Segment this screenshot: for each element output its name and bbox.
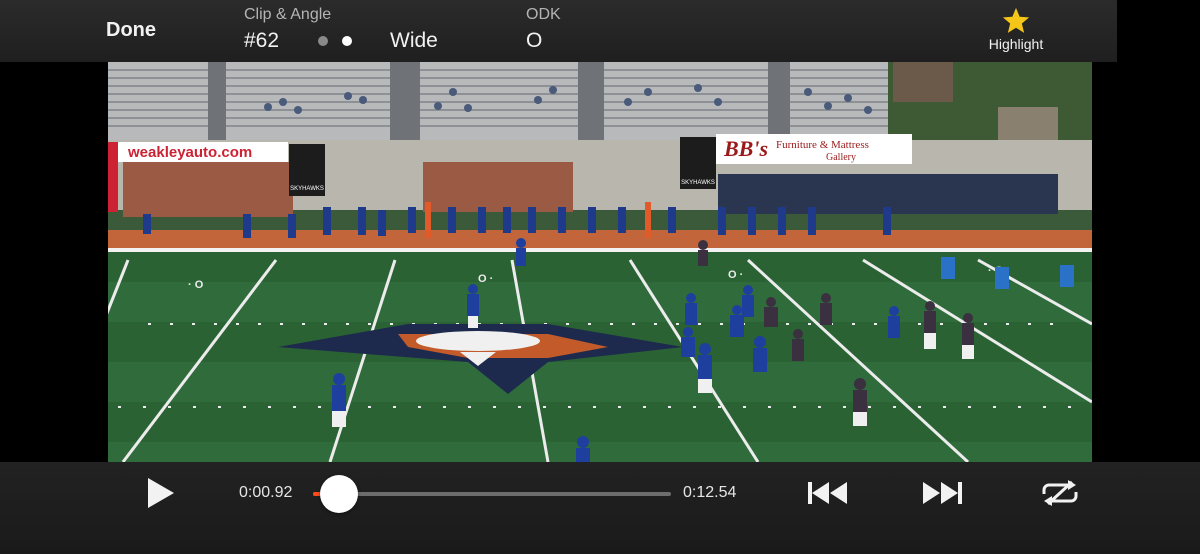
play-icon[interactable] xyxy=(146,477,176,509)
banner-right-sub: Furniture & Mattress xyxy=(776,139,869,151)
angle-page-dot-inactive[interactable] xyxy=(318,36,328,46)
svg-text:· O: · O xyxy=(188,279,204,291)
odk-label: ODK xyxy=(526,6,561,23)
highlight-button[interactable]: Highlight xyxy=(985,6,1047,52)
banner-left-text: weakleyauto.com xyxy=(127,144,252,161)
banner-right-sub2: Gallery xyxy=(826,152,856,163)
skip-back-icon[interactable] xyxy=(806,478,850,508)
bleachers xyxy=(108,62,888,142)
playback-controls: 0:00.92 0:12.54 xyxy=(0,462,1200,554)
top-bar: Done Clip & Angle #62 Wide ODK O Highlig… xyxy=(0,0,1117,62)
star-icon xyxy=(1002,7,1030,33)
banner-right-title: BB's xyxy=(723,136,768,161)
football-field-scene: weakleyauto.com SKYHAWKS SKYHAWKS BB's F… xyxy=(108,62,1092,462)
current-time: 0:00.92 xyxy=(239,484,293,501)
highlight-label: Highlight xyxy=(988,36,1044,52)
odk-value[interactable]: O xyxy=(526,29,542,53)
sign-left-text: SKYHAWKS xyxy=(290,186,324,192)
svg-text:O ·: O · xyxy=(728,269,743,281)
loop-icon[interactable] xyxy=(1038,478,1082,508)
video-frame[interactable]: weakleyauto.com SKYHAWKS SKYHAWKS BB's F… xyxy=(108,62,1092,462)
skip-forward-icon[interactable] xyxy=(920,478,964,508)
total-time: 0:12.54 xyxy=(683,484,737,501)
progress-track[interactable] xyxy=(313,492,671,496)
done-button[interactable]: Done xyxy=(106,19,156,42)
clip-number[interactable]: #62 xyxy=(244,29,279,53)
progress-scrubber-thumb[interactable] xyxy=(320,475,358,513)
clip-angle-label: Clip & Angle xyxy=(244,6,332,23)
sign-right-text: SKYHAWKS xyxy=(681,180,715,186)
svg-text:O ·: O · xyxy=(478,273,493,285)
angle-page-dot-active[interactable] xyxy=(342,36,352,46)
angle-value[interactable]: Wide xyxy=(390,29,438,53)
